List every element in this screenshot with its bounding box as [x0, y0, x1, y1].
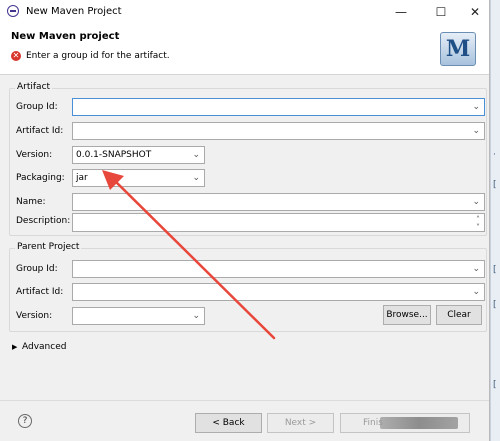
annotation-arrow-shaft [110, 176, 276, 340]
annotation-arrow [102, 170, 276, 340]
